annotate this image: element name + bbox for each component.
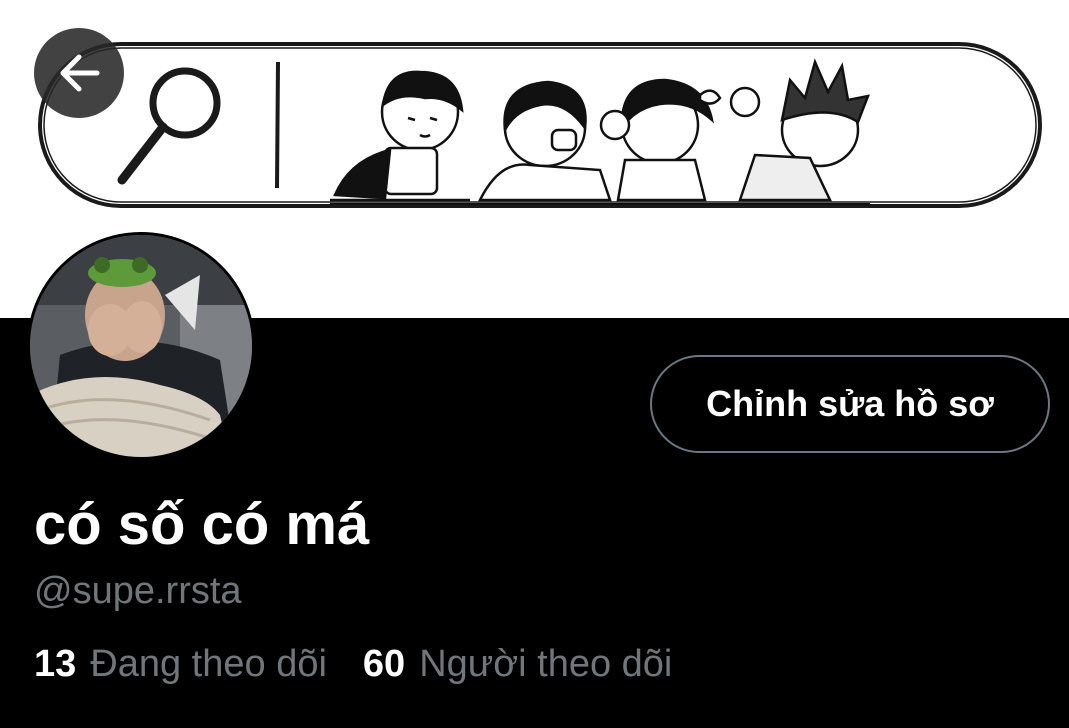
followers-label: Người theo dõi (419, 643, 673, 685)
sketch-character-1 (330, 70, 470, 202)
sketch-character-4 (729, 58, 870, 202)
following-count: 13 (34, 643, 77, 685)
avatar-photo (30, 235, 252, 457)
followers-link[interactable]: 60 Người theo dõi (363, 640, 672, 688)
back-button[interactable] (34, 28, 124, 118)
sketch-character-3 (599, 78, 722, 202)
user-handle: @supe.rrsta (34, 570, 242, 612)
sketch-character-2 (477, 80, 612, 202)
search-divider (275, 61, 280, 189)
edit-profile-button[interactable]: Chỉnh sửa hồ sơ (650, 355, 1050, 453)
avatar[interactable] (27, 232, 255, 460)
display-name: có số có má (34, 492, 370, 557)
following-link[interactable]: 13 Đang theo dõi (34, 640, 327, 688)
arrow-left-icon (60, 54, 100, 92)
follow-stats: 13 Đang theo dõi 60 Người theo dõi (34, 640, 708, 688)
following-label: Đang theo dõi (90, 643, 327, 685)
edit-profile-label: Chỉnh sửa hồ sơ (706, 383, 994, 424)
magnifier-icon (117, 67, 221, 185)
followers-count: 60 (362, 643, 406, 685)
